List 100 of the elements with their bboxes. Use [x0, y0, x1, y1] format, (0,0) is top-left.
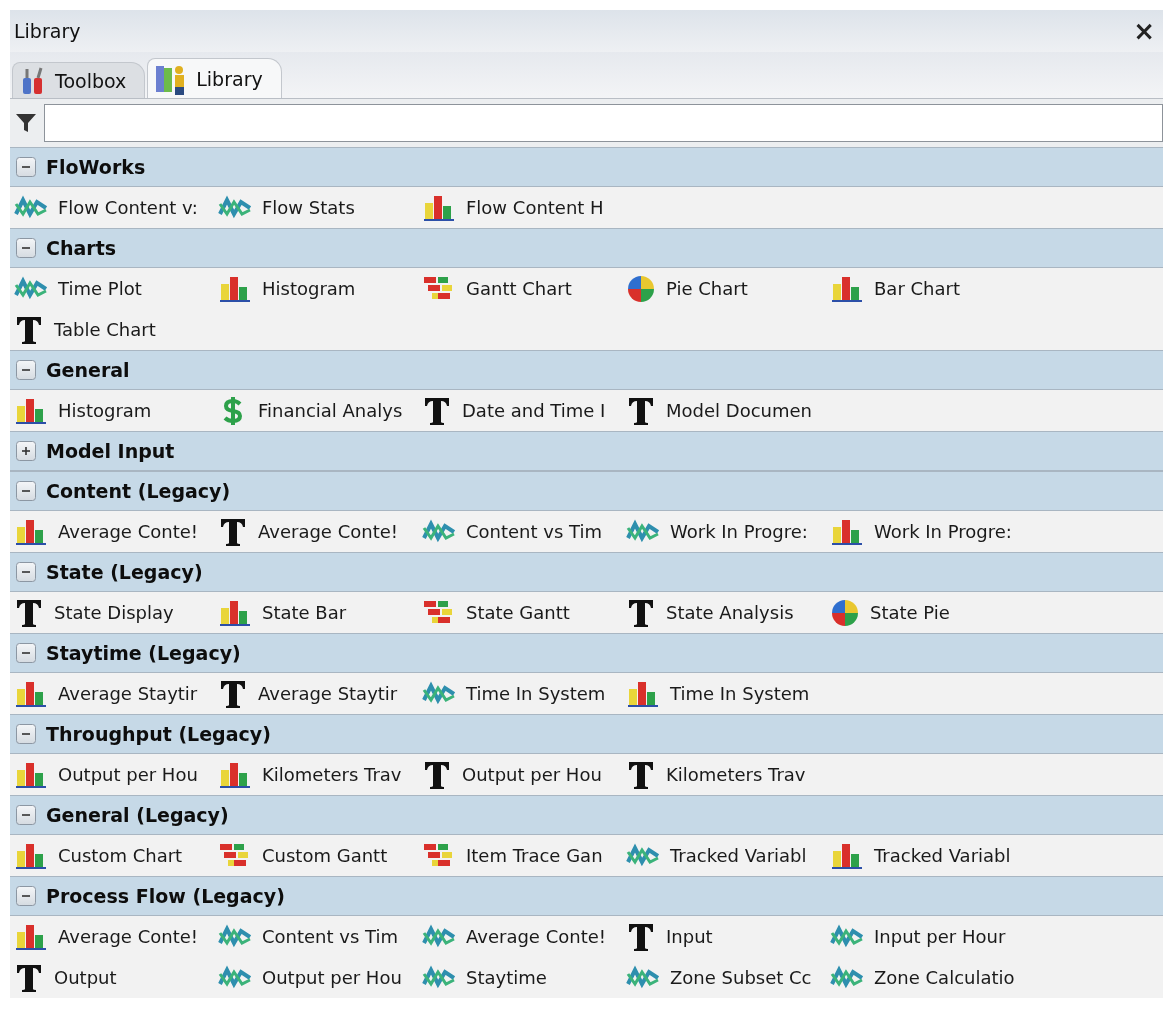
library-item[interactable]: Input per Hour [830, 916, 1034, 957]
bar-chart-icon [218, 760, 252, 789]
library-item[interactable]: Custom Gantt [218, 835, 422, 876]
item-label: Custom Chart [58, 845, 183, 866]
library-item[interactable]: Output [14, 957, 218, 998]
section-header[interactable]: Content (Legacy) [10, 471, 1163, 511]
library-item[interactable]: State Analysis [626, 592, 830, 633]
section-header[interactable]: Throughput (Legacy) [10, 714, 1163, 754]
collapse-toggle[interactable] [16, 157, 36, 177]
library-item[interactable]: Custom Chart [14, 835, 218, 876]
library-item[interactable]: State Bar [218, 592, 422, 633]
item-label: Financial Analys [258, 400, 403, 421]
collapse-toggle[interactable] [16, 643, 36, 663]
filter-field[interactable] [44, 104, 1163, 142]
library-item[interactable]: State Display [14, 592, 218, 633]
section-title: General [46, 359, 130, 381]
library-item[interactable]: Flow Stats [218, 187, 422, 228]
section-title: FloWorks [46, 156, 146, 178]
item-label: Average Conte! [466, 926, 606, 947]
library-item[interactable]: Item Trace Gan [422, 835, 626, 876]
library-item[interactable]: Flow Content H [422, 187, 626, 228]
library-item[interactable]: Average Conte! [218, 511, 422, 552]
item-label: Zone Calculatio [874, 967, 1015, 988]
library-item[interactable]: Input [626, 916, 830, 957]
section-header[interactable]: Charts [10, 228, 1163, 268]
library-item[interactable]: Kilometers Trav [626, 754, 830, 795]
item-label: State Gantt [466, 602, 570, 623]
item-label: Bar Chart [874, 278, 960, 299]
section-header[interactable]: General (Legacy) [10, 795, 1163, 835]
library-item[interactable]: Average Conte! [14, 916, 218, 957]
library-item[interactable]: Financial Analys [218, 390, 422, 431]
bar-chart-icon [14, 679, 48, 708]
library-item[interactable]: Pie Chart [626, 268, 830, 309]
item-label: Average Staytir [258, 683, 398, 704]
close-button[interactable]: × [1129, 16, 1159, 46]
library-item[interactable]: Average Conte! [14, 511, 218, 552]
filter-icon[interactable] [14, 111, 38, 135]
text-icon [14, 962, 44, 993]
library-item[interactable]: Staytime [422, 957, 626, 998]
item-label: Item Trace Gan [466, 845, 603, 866]
library-item[interactable]: Date and Time I [422, 390, 626, 431]
item-label: Output per Hou [262, 967, 402, 988]
section-title: Charts [46, 237, 117, 259]
library-item[interactable]: Histogram [218, 268, 422, 309]
tab[interactable]: Library [147, 58, 282, 98]
section-header[interactable]: Process Flow (Legacy) [10, 876, 1163, 916]
library-item[interactable]: Work In Progre: [626, 511, 830, 552]
library-item[interactable]: Tracked Variabl [626, 835, 830, 876]
library-item[interactable]: Histogram [14, 390, 218, 431]
library-item[interactable]: Gantt Chart [422, 268, 626, 309]
section-header[interactable]: Staytime (Legacy) [10, 633, 1163, 673]
bar-chart-icon [14, 396, 48, 425]
library-item[interactable]: Time In System [626, 673, 830, 714]
collapse-toggle[interactable] [16, 805, 36, 825]
text-icon [218, 516, 248, 547]
item-label: Histogram [58, 400, 152, 421]
text-icon [218, 678, 248, 709]
item-label: Tracked Variabl [670, 845, 807, 866]
library-item[interactable]: Time Plot [14, 268, 218, 309]
bar-chart-icon [422, 193, 456, 222]
library-item[interactable]: Zone Subset Cc [626, 957, 830, 998]
library-item[interactable]: Tracked Variabl [830, 835, 1034, 876]
section-header[interactable]: State (Legacy) [10, 552, 1163, 592]
collapse-toggle[interactable] [16, 481, 36, 501]
library-item[interactable]: Model Documen [626, 390, 830, 431]
library-item[interactable]: Time In System [422, 673, 626, 714]
library-item[interactable]: Output per Hou [14, 754, 218, 795]
library-item[interactable]: Zone Calculatio [830, 957, 1034, 998]
library-item[interactable]: Average Staytir [14, 673, 218, 714]
library-item[interactable]: Content vs Tim [422, 511, 626, 552]
library-item[interactable]: Output per Hou [218, 957, 422, 998]
library-item[interactable]: Output per Hou [422, 754, 626, 795]
library-item[interactable]: Content vs Tim [218, 916, 422, 957]
text-icon [422, 759, 452, 790]
section-header[interactable]: General [10, 350, 1163, 390]
bar-chart-icon [14, 841, 48, 870]
library-item[interactable]: Flow Content v: [14, 187, 218, 228]
section-title: State (Legacy) [46, 561, 203, 583]
item-label: Staytime [466, 967, 547, 988]
bar-chart-icon [218, 598, 252, 627]
item-label: Output per Hou [58, 764, 198, 785]
expand-toggle[interactable] [16, 441, 36, 461]
section-header[interactable]: Model Input [10, 431, 1163, 471]
section-header[interactable]: FloWorks [10, 147, 1163, 187]
bar-chart-icon [14, 760, 48, 789]
library-item[interactable]: State Pie [830, 592, 1034, 633]
library-item[interactable]: Average Conte! [422, 916, 626, 957]
library-item[interactable]: Work In Progre: [830, 511, 1034, 552]
collapse-toggle[interactable] [16, 238, 36, 258]
library-item[interactable]: Average Staytir [218, 673, 422, 714]
collapse-toggle[interactable] [16, 886, 36, 906]
library-item[interactable]: Kilometers Trav [218, 754, 422, 795]
library-item[interactable]: Table Chart [14, 309, 218, 350]
library-item[interactable]: Bar Chart [830, 268, 1034, 309]
collapse-toggle[interactable] [16, 360, 36, 380]
tab[interactable]: Toolbox [12, 62, 146, 98]
collapse-toggle[interactable] [16, 724, 36, 744]
library-item[interactable]: State Gantt [422, 592, 626, 633]
collapse-toggle[interactable] [16, 562, 36, 582]
item-label: Time Plot [58, 278, 142, 299]
